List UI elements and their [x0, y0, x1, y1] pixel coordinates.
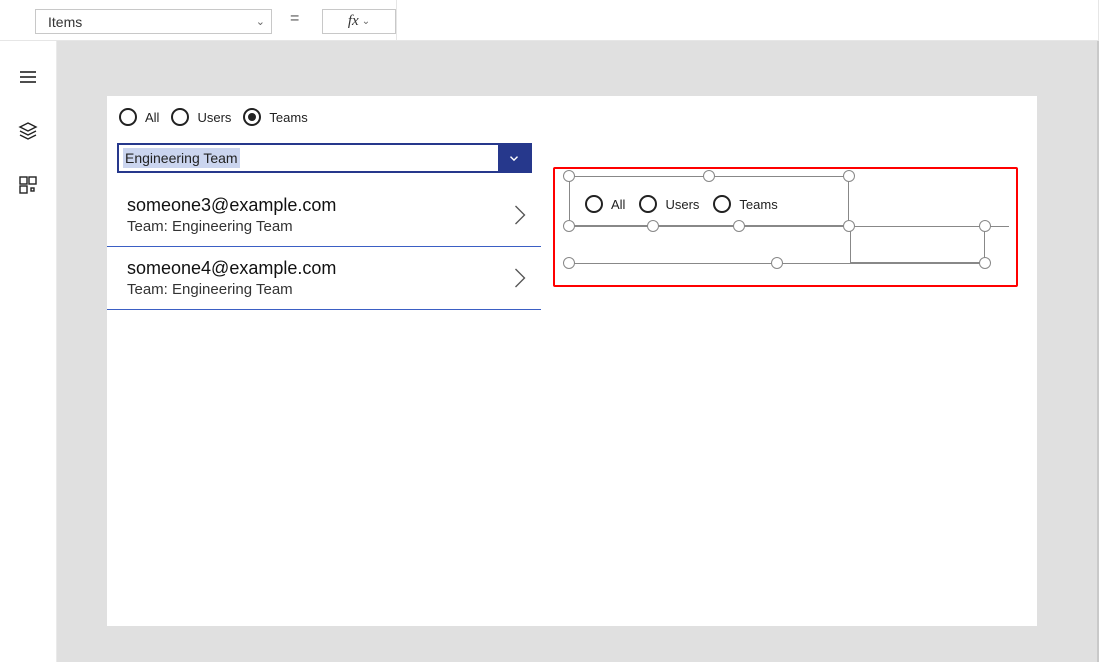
- canvas-area[interactable]: All Users Teams Engineering Team: [57, 41, 1099, 662]
- radio-icon: [171, 108, 189, 126]
- resize-handle[interactable]: [563, 220, 575, 232]
- workspace: All Users Teams Engineering Team: [0, 41, 1099, 662]
- radio-label: Users: [197, 110, 231, 125]
- list-item[interactable]: someone3@example.com Team: Engineering T…: [107, 184, 541, 247]
- radio-label: All: [145, 110, 159, 125]
- designer-subframe: [569, 176, 849, 226]
- formula-bar: Items ⌄ = fx ⌄: [0, 0, 1099, 41]
- formula-input[interactable]: [396, 0, 1099, 40]
- radio-label: Teams: [269, 110, 307, 125]
- chevron-down-icon: [507, 151, 521, 165]
- property-dropdown-value: Items: [48, 14, 82, 30]
- selected-control-frame[interactable]: All Users Teams: [553, 167, 1018, 287]
- left-sidebar: [0, 41, 57, 662]
- resize-handle[interactable]: [563, 257, 575, 269]
- chevron-down-icon: ⌄: [362, 16, 370, 27]
- radio-teams[interactable]: Teams: [243, 108, 307, 126]
- radio-users[interactable]: Users: [171, 108, 231, 126]
- list-item-teamline: Team: Engineering Team: [127, 218, 336, 235]
- chevron-down-icon: ⌄: [256, 15, 265, 28]
- layers-icon[interactable]: [18, 121, 38, 141]
- list-item-email: someone4@example.com: [127, 258, 336, 279]
- fx-button[interactable]: fx ⌄: [322, 9, 396, 34]
- radio-all[interactable]: All: [119, 108, 159, 126]
- fx-icon: fx: [348, 13, 359, 30]
- results-list: someone3@example.com Team: Engineering T…: [107, 184, 541, 310]
- resize-handle[interactable]: [843, 220, 855, 232]
- resize-handle[interactable]: [703, 170, 715, 182]
- resize-handle[interactable]: [771, 257, 783, 269]
- designer-subframe: [850, 226, 985, 263]
- components-icon[interactable]: [18, 175, 38, 195]
- resize-handle[interactable]: [733, 220, 745, 232]
- filter-radio-group: All Users Teams: [119, 108, 308, 126]
- radio-icon: [119, 108, 137, 126]
- radio-icon: [243, 108, 261, 126]
- team-dropdown[interactable]: Engineering Team: [117, 143, 532, 173]
- resize-handle[interactable]: [563, 170, 575, 182]
- chevron-right-icon: [511, 201, 529, 229]
- list-item[interactable]: someone4@example.com Team: Engineering T…: [107, 247, 541, 310]
- team-dropdown-button[interactable]: [498, 145, 530, 171]
- hamburger-menu-icon[interactable]: [18, 67, 38, 87]
- list-item-teamline: Team: Engineering Team: [127, 281, 336, 298]
- resize-handle[interactable]: [843, 170, 855, 182]
- chevron-right-icon: [511, 264, 529, 292]
- team-dropdown-value: Engineering Team: [119, 145, 498, 171]
- equals-label: =: [290, 10, 299, 28]
- list-item-email: someone3@example.com: [127, 195, 336, 216]
- resize-handle[interactable]: [979, 257, 991, 269]
- property-dropdown[interactable]: Items ⌄: [35, 9, 272, 34]
- resize-handle[interactable]: [979, 220, 991, 232]
- resize-handle[interactable]: [647, 220, 659, 232]
- app-screen[interactable]: All Users Teams Engineering Team: [107, 96, 1037, 626]
